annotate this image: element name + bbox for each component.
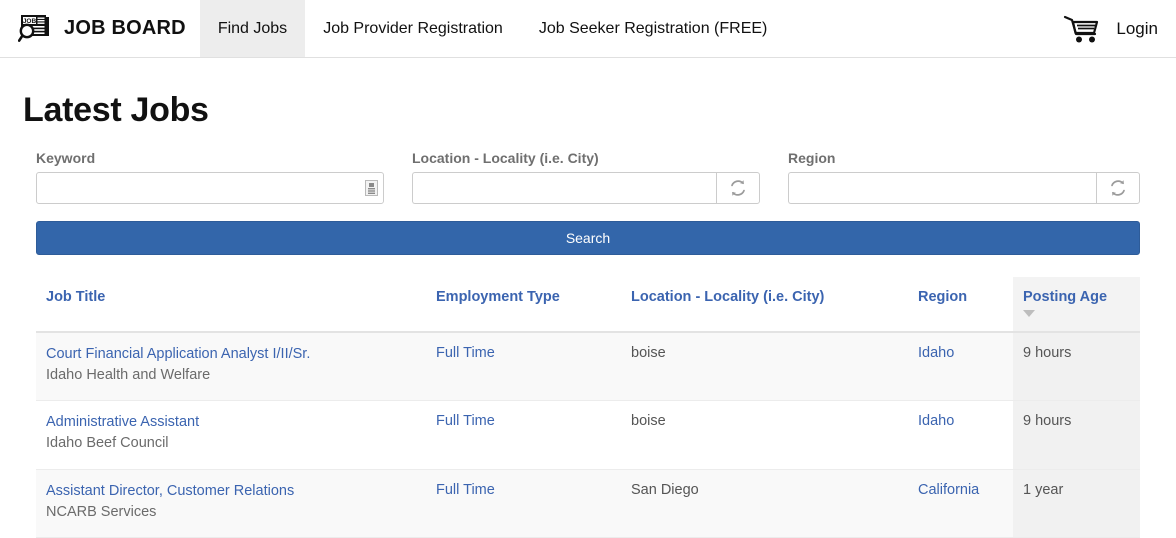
region-link[interactable]: Idaho xyxy=(918,345,954,361)
column-header-label: Employment Type xyxy=(436,289,560,305)
brand-home-link[interactable]: JOB JOB BOARD xyxy=(0,0,200,57)
location-refresh-button[interactable] xyxy=(716,172,760,204)
cell-job-title: Administrative Assistant Idaho Beef Coun… xyxy=(36,400,426,470)
location-input[interactable] xyxy=(412,172,716,204)
keyword-input[interactable] xyxy=(36,172,384,204)
column-header-location[interactable]: Location - Locality (i.e. City) xyxy=(621,277,908,333)
refresh-icon xyxy=(1111,180,1125,196)
company-name: NCARB Services xyxy=(46,503,157,520)
job-title-link[interactable]: Court Financial Application Analyst I/II… xyxy=(46,345,416,363)
location-label: Location - Locality (i.e. City) xyxy=(412,150,599,166)
cell-employment-type: Full Time xyxy=(426,332,621,402)
location-value: boise xyxy=(631,345,666,361)
column-header-label: Location - Locality (i.e. City) xyxy=(631,289,825,305)
cell-posting-age: 9 hours xyxy=(1013,332,1140,402)
search-button[interactable]: Search xyxy=(36,221,1140,255)
table-row: Administrative Assistant Idaho Beef Coun… xyxy=(36,400,1140,470)
column-header-region[interactable]: Region xyxy=(908,277,1013,333)
cell-location: boise xyxy=(621,332,908,402)
employment-type-link[interactable]: Full Time xyxy=(436,413,495,429)
navbar-right-actions: Login xyxy=(1062,0,1176,57)
column-header-job-title[interactable]: Job Title xyxy=(36,277,426,333)
region-input-wrap xyxy=(788,172,1140,204)
employment-type-link[interactable]: Full Time xyxy=(436,482,495,498)
jobs-table-body: Court Financial Application Analyst I/II… xyxy=(36,332,1140,538)
column-header-label: Job Title xyxy=(46,289,106,305)
cell-job-title: Court Financial Application Analyst I/II… xyxy=(36,332,426,402)
login-link[interactable]: Login xyxy=(1116,19,1158,39)
main-content: Latest Jobs Keyword Location - Locality … xyxy=(0,91,1176,538)
job-title-link[interactable]: Administrative Assistant xyxy=(46,413,416,431)
keyword-input-wrap xyxy=(36,172,384,204)
cell-employment-type: Full Time xyxy=(426,469,621,538)
brand-title: JOB BOARD xyxy=(64,17,186,39)
location-value: boise xyxy=(631,413,666,430)
jobs-table-container: Job Title Employment Type Location - Loc… xyxy=(18,277,1158,538)
job-board-logo-icon: JOB xyxy=(18,14,49,42)
region-input[interactable] xyxy=(788,172,1096,204)
region-label: Region xyxy=(788,150,836,166)
location-value: San Diego xyxy=(631,481,699,498)
sort-descending-caret-icon xyxy=(1023,310,1035,317)
cell-region: California xyxy=(908,469,1013,538)
company-name: Idaho Health and Welfare xyxy=(46,367,211,384)
column-header-label: Region xyxy=(918,289,968,305)
column-header-employment-type[interactable]: Employment Type xyxy=(426,277,621,333)
page-title: Latest Jobs xyxy=(23,91,209,129)
top-navbar: JOB JOB BOARD Find Jobs Job Provider Reg… xyxy=(0,0,1176,58)
cell-region: Idaho xyxy=(908,400,1013,470)
cell-location: San Diego xyxy=(621,469,908,538)
column-header-posting-age[interactable]: Posting Age xyxy=(1013,277,1140,333)
cell-posting-age: 9 hours xyxy=(1013,400,1140,470)
employment-type-link[interactable]: Full Time xyxy=(436,345,495,361)
keyword-label: Keyword xyxy=(36,150,96,166)
location-field-group: Location - Locality (i.e. City) xyxy=(412,150,788,204)
posting-age-value: 9 hours xyxy=(1023,413,1072,430)
region-link[interactable]: California xyxy=(918,482,979,498)
job-title-link[interactable]: Assistant Director, Customer Relations xyxy=(46,482,416,500)
posting-age-value: 9 hours xyxy=(1023,345,1072,361)
jobs-table-head: Job Title Employment Type Location - Loc… xyxy=(36,277,1140,333)
nav-link-job-seeker-registration[interactable]: Job Seeker Registration (FREE) xyxy=(521,0,786,57)
location-input-wrap xyxy=(412,172,760,204)
nav-link-find-jobs[interactable]: Find Jobs xyxy=(199,0,306,57)
job-search-form: Keyword Location - Locality (i.e. City) xyxy=(18,150,1158,255)
jobs-table: Job Title Employment Type Location - Loc… xyxy=(36,277,1140,538)
refresh-icon xyxy=(731,180,745,196)
cell-job-title: Assistant Director, Customer Relations N… xyxy=(36,469,426,538)
posting-age-value: 1 year xyxy=(1023,481,1064,498)
region-refresh-button[interactable] xyxy=(1095,172,1140,204)
nav-link-job-provider-registration[interactable]: Job Provider Registration xyxy=(305,0,521,57)
cell-location: boise xyxy=(621,400,908,470)
company-name: Idaho Beef Council xyxy=(46,435,169,452)
keyword-field-group: Keyword xyxy=(36,150,412,204)
table-row: Assistant Director, Customer Relations N… xyxy=(36,469,1140,538)
table-row: Court Financial Application Analyst I/II… xyxy=(36,332,1140,402)
shopping-cart-icon[interactable] xyxy=(1062,14,1102,44)
cell-employment-type: Full Time xyxy=(426,400,621,470)
region-link[interactable]: Idaho xyxy=(918,413,954,429)
cell-region: Idaho xyxy=(908,332,1013,402)
table-header-row: Job Title Employment Type Location - Loc… xyxy=(36,277,1140,333)
column-header-label: Posting Age xyxy=(1023,289,1108,305)
region-field-group: Region xyxy=(788,150,1140,204)
search-fields-row: Keyword Location - Locality (i.e. City) xyxy=(36,150,1140,204)
nav-links: Find Jobs Job Provider Registration Job … xyxy=(199,0,786,57)
cell-posting-age: 1 year xyxy=(1013,469,1140,538)
